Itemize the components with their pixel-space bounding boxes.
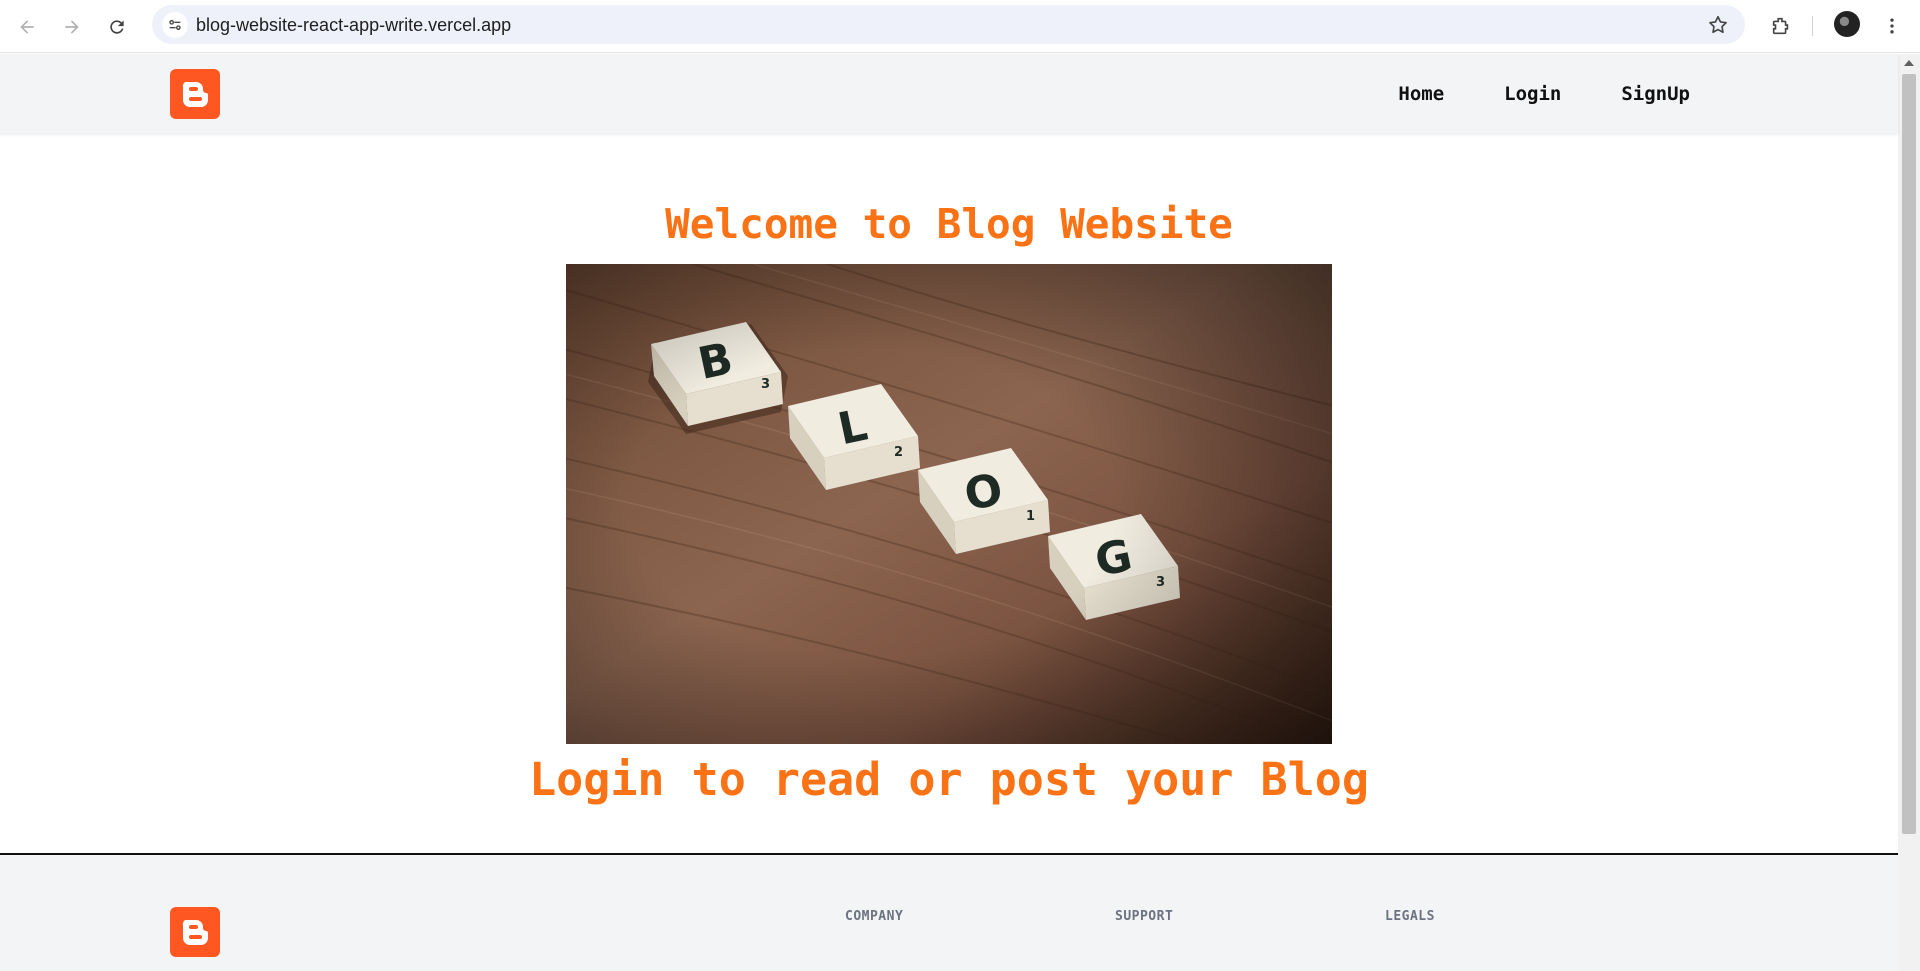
back-button[interactable] [12,12,42,42]
hero-image: B 3 L 2 O 1 G 3 [566,264,1332,744]
nav-home[interactable]: Home [1398,83,1444,105]
reload-icon [110,20,124,34]
header-logo[interactable] [170,69,220,119]
more-menu-button[interactable] [1877,11,1907,41]
extensions-button[interactable] [1766,11,1796,41]
site-nav: Home Login SignUp [1338,54,1690,134]
footer-heading-company: COMPANY [845,909,904,924]
back-arrow-icon [20,20,34,34]
blogger-logo-icon [182,920,208,945]
site-settings-icon[interactable] [162,12,188,38]
hero-subtitle: Login to read or post your Blog [529,753,1369,806]
forward-arrow-icon [65,20,79,34]
hero-title: Welcome to Blog Website [665,200,1233,248]
extensions-icon [1772,17,1789,35]
forward-button[interactable] [57,12,87,42]
blog-scrabble-tiles-image: B 3 L 2 O 1 G 3 [566,264,1332,744]
address-bar[interactable]: blog-website-react-app-write.vercel.app [152,5,1745,44]
site-header: Home Login SignUp [0,54,1898,134]
more-menu-icon [1890,18,1894,34]
page-scrollbar[interactable] [1898,54,1920,971]
browser-toolbar: blog-website-react-app-write.vercel.app [0,0,1920,53]
scroll-up-arrow-icon[interactable] [1904,60,1914,66]
site-footer: COMPANY SUPPORT LEGALS [0,853,1898,971]
footer-heading-legals: LEGALS [1385,909,1435,924]
scrollbar-thumb[interactable] [1902,74,1916,834]
nav-signup[interactable]: SignUp [1621,83,1690,105]
profile-avatar[interactable] [1834,11,1860,37]
bookmark-star-icon[interactable] [1707,14,1729,36]
url-text[interactable]: blog-website-react-app-write.vercel.app [196,15,511,36]
reload-button[interactable] [102,12,132,42]
footer-logo[interactable] [170,907,220,957]
footer-heading-support: SUPPORT [1115,909,1174,924]
nav-login[interactable]: Login [1504,83,1561,105]
toolbar-divider [1812,16,1813,36]
blogger-logo-icon [182,82,208,107]
